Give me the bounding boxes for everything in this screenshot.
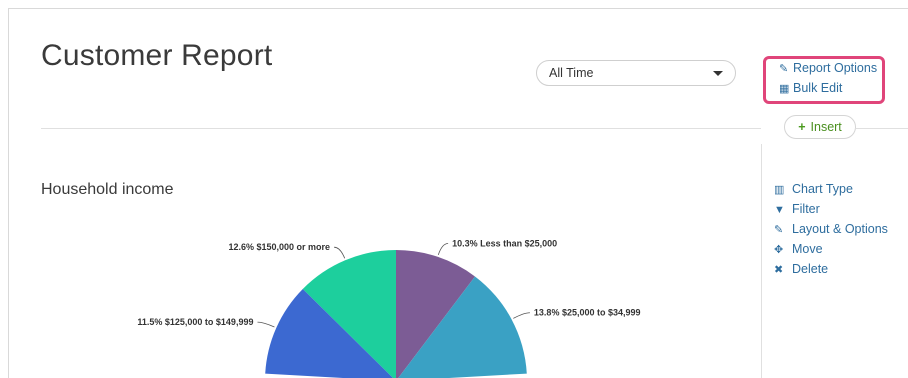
pencil-icon: ✎ [774,224,784,236]
pie-leader-3 [257,321,275,328]
bulk-edit-label: Bulk Edit [793,81,843,95]
delete-action[interactable]: ✖ Delete [774,259,888,279]
pie-data-label-2: 12.6% $150,000 or more [229,242,331,252]
pie-leader-2 [334,246,346,259]
filter-icon: ▼ [774,204,785,216]
plus-icon: + [798,120,806,134]
layout-options-label: Layout & Options [792,222,888,236]
pencil-icon: ✎ [779,63,789,75]
filter-label: Filter [792,202,820,216]
table-icon: ▦ [779,83,790,95]
delete-label: Delete [792,262,829,276]
insert-label: Insert [810,120,842,134]
pie-leader-1 [513,312,530,319]
move-icon: ✥ [774,244,784,256]
chart-actions: ▥ Chart Type ▼ Filter ✎ Layout & Options ✥ M… [774,179,888,279]
pie-data-label-0: 10.3% Less than $25,000 [452,239,557,249]
report-menu-highlight: ✎ Report Options ▦ Bulk Edit [763,56,885,104]
pie-leader-0 [437,243,449,256]
chart-type-action[interactable]: ▥ Chart Type [774,179,888,199]
pie-data-label-3: 11.5% $125,000 to $149,999 [137,317,253,327]
bar-chart-icon: ▥ [774,184,785,196]
report-page: Customer Report All Time ✎ Report Options… [8,8,908,378]
bulk-edit-link[interactable]: ▦ Bulk Edit [779,81,842,95]
chart-type-label: Chart Type [792,182,853,196]
layout-options-action[interactable]: ✎ Layout & Options [774,219,888,239]
actions-divider [761,144,762,378]
close-icon: ✖ [774,264,784,276]
move-action[interactable]: ✥ Move [774,239,888,259]
header-divider-right [856,128,908,129]
report-options-label: Report Options [793,61,878,75]
pie-data-label-1: 13.8% $25,000 to $34,999 [534,308,641,318]
insert-button[interactable]: + Insert [784,115,856,139]
filter-action[interactable]: ▼ Filter [774,199,888,219]
move-label: Move [792,242,823,256]
pie-chart: 10.3% Less than $25,000 13.8% $25,000 to … [137,239,641,378]
report-options-link[interactable]: ✎ Report Options [779,61,877,75]
